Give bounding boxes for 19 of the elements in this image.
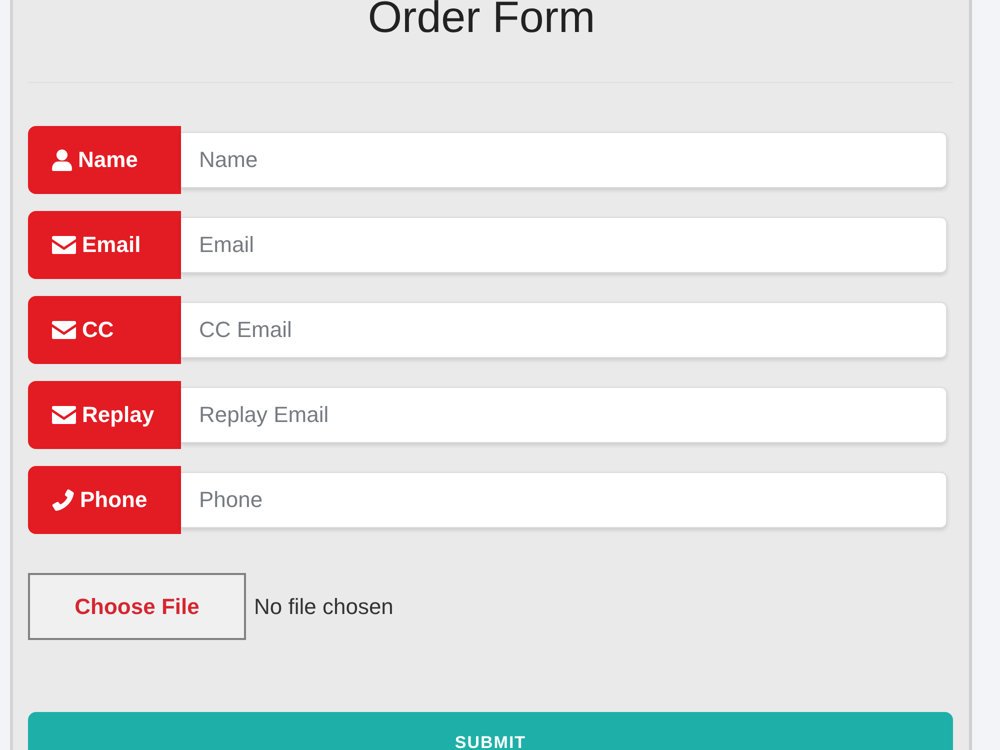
field-label: Replay: [82, 402, 154, 428]
envelope-icon: [52, 236, 76, 254]
input-field[interactable]: Replay Email: [181, 387, 947, 443]
submit-button[interactable]: SUBMIT: [28, 712, 953, 750]
input-field[interactable]: Email: [181, 217, 947, 273]
field-label: Email: [82, 232, 141, 258]
input-field[interactable]: Phone: [181, 472, 947, 528]
input-field[interactable]: Name: [181, 132, 947, 188]
phone-icon: [52, 489, 74, 511]
field-label: Name: [78, 147, 138, 173]
input-field[interactable]: CC Email: [181, 302, 947, 358]
form-title: Order Form: [368, 0, 596, 36]
envelope-icon: [52, 321, 76, 339]
field-label: CC: [82, 317, 114, 343]
file-status-text: No file chosen: [254, 594, 394, 620]
envelope-icon: [52, 406, 76, 424]
choose-file-button[interactable]: Choose File: [28, 573, 246, 640]
user-icon: [52, 149, 72, 171]
field-label: Phone: [80, 487, 148, 513]
